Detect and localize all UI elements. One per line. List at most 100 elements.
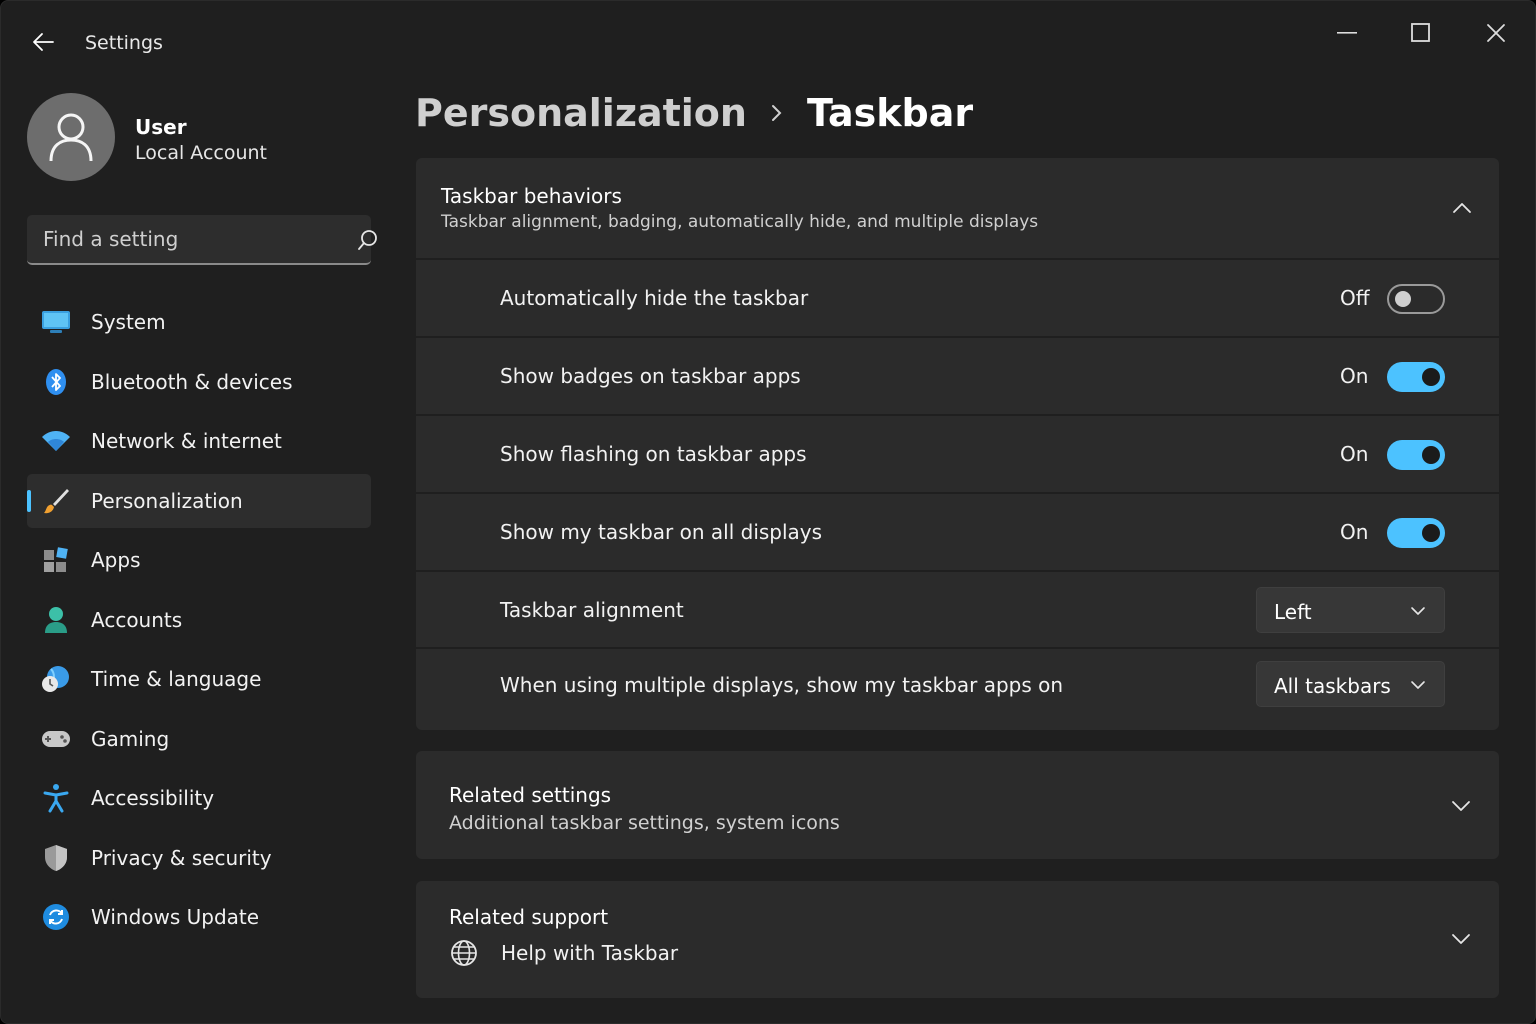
arrow-left-icon xyxy=(33,33,54,51)
card-title[interactable]: Related support xyxy=(449,905,608,929)
toggle-state-text: Off xyxy=(1340,286,1370,310)
sidebar-item-gaming[interactable]: Gaming xyxy=(27,712,371,766)
toggle-knob xyxy=(1422,524,1440,542)
chevron-down-icon[interactable] xyxy=(1449,794,1473,818)
badges-toggle[interactable] xyxy=(1387,362,1445,392)
toggle-knob xyxy=(1422,446,1440,464)
account-type: Local Account xyxy=(135,142,267,164)
paintbrush-icon xyxy=(41,487,71,515)
sidebar-item-label: Personalization xyxy=(91,488,243,513)
sidebar-item-label: Windows Update xyxy=(91,905,260,929)
page-title: Taskbar xyxy=(806,91,974,135)
chevron-down-icon xyxy=(1411,681,1425,689)
accessibility-icon xyxy=(41,784,71,813)
toggle-knob xyxy=(1395,291,1411,307)
user-name: User xyxy=(135,115,187,139)
maximize-button[interactable] xyxy=(1391,11,1451,55)
settings-window: Settings User Local Account Find a setti… xyxy=(0,0,1536,1024)
card-subtitle: Taskbar alignment, badging, automaticall… xyxy=(441,212,1039,232)
sidebar-item-windows-update[interactable]: Windows Update xyxy=(27,890,371,944)
setting-label: Show flashing on taskbar apps xyxy=(500,442,807,466)
search-icon[interactable] xyxy=(357,229,379,251)
sidebar-item-bluetooth[interactable]: Bluetooth & devices xyxy=(27,355,371,409)
sidebar-item-label: Accessibility xyxy=(91,786,215,810)
setting-row-auto-hide: Automatically hide the taskbar Off xyxy=(416,258,1499,336)
person-icon xyxy=(41,606,71,634)
sidebar-item-time-language[interactable]: Time & language xyxy=(27,652,371,706)
sidebar-item-label: Accounts xyxy=(91,607,183,632)
close-button[interactable] xyxy=(1466,11,1526,55)
help-link[interactable]: Help with Taskbar xyxy=(449,935,678,971)
alignment-dropdown[interactable]: Left xyxy=(1256,587,1445,633)
chevron-right-icon xyxy=(771,103,783,123)
sidebar-item-system[interactable]: System xyxy=(27,295,371,349)
sidebar-item-label: Gaming xyxy=(91,726,170,751)
sidebar-item-label: Apps xyxy=(91,548,141,572)
wifi-icon xyxy=(41,427,71,455)
taskbar-behaviors-header[interactable]: Taskbar behaviors Taskbar alignment, bad… xyxy=(416,158,1499,258)
monitor-icon xyxy=(41,308,71,336)
sidebar-item-label: Privacy & security xyxy=(91,845,272,870)
setting-label: Show badges on taskbar apps xyxy=(500,364,801,388)
taskbar-behaviors-card: Taskbar behaviors Taskbar alignment, bad… xyxy=(416,158,1499,730)
user-profile[interactable]: User Local Account xyxy=(27,93,387,183)
help-label: Help with Taskbar xyxy=(501,941,679,965)
maximize-icon xyxy=(1411,23,1430,42)
chevron-down-icon xyxy=(1411,607,1425,615)
globe-icon xyxy=(451,940,477,966)
sidebar-item-apps[interactable]: Apps xyxy=(27,533,371,587)
setting-label: Show my taskbar on all displays xyxy=(500,520,823,544)
apps-icon xyxy=(41,546,71,574)
sidebar-item-personalization[interactable]: Personalization xyxy=(27,473,371,528)
minimize-button[interactable] xyxy=(1317,11,1377,55)
app-title: Settings xyxy=(85,32,163,54)
dropdown-value: Left xyxy=(1274,600,1312,624)
chevron-up-icon[interactable] xyxy=(1450,196,1474,220)
back-button[interactable] xyxy=(23,25,63,59)
update-icon xyxy=(41,903,71,931)
related-settings-card[interactable]: Related settings Additional taskbar sett… xyxy=(416,751,1499,859)
setting-row-flashing: Show flashing on taskbar apps On xyxy=(416,414,1499,492)
toggle-state-text: On xyxy=(1340,364,1369,388)
setting-label: Automatically hide the taskbar xyxy=(500,286,809,310)
search-box xyxy=(27,215,377,265)
sidebar-item-network[interactable]: Network & internet xyxy=(27,414,371,468)
all-displays-toggle[interactable] xyxy=(1387,518,1445,548)
bluetooth-icon xyxy=(41,368,71,396)
sidebar-item-privacy-security[interactable]: Privacy & security xyxy=(27,831,371,885)
sidebar-item-accessibility[interactable]: Accessibility xyxy=(27,771,371,825)
setting-label: When using multiple displays, show my ta… xyxy=(500,673,1064,697)
chevron-down-icon[interactable] xyxy=(1449,927,1473,951)
flashing-toggle[interactable] xyxy=(1387,440,1445,470)
sidebar-nav: System Bluetooth & devices Network & int… xyxy=(27,295,371,950)
title-bar: Settings xyxy=(1,1,1535,81)
dropdown-value: All taskbars xyxy=(1274,674,1391,698)
close-icon xyxy=(1487,24,1505,42)
setting-row-badges: Show badges on taskbar apps On xyxy=(416,336,1499,414)
toggle-knob xyxy=(1422,368,1440,386)
multi-display-dropdown[interactable]: All taskbars xyxy=(1256,661,1445,707)
setting-row-all-displays: Show my taskbar on all displays On xyxy=(416,492,1499,570)
toggle-state-text: On xyxy=(1340,442,1369,466)
person-placeholder-icon xyxy=(49,113,93,162)
auto-hide-toggle[interactable] xyxy=(1387,284,1445,314)
setting-row-alignment: Taskbar alignment Left xyxy=(416,570,1499,647)
sidebar-item-label: Network & internet xyxy=(91,429,282,453)
toggle-state-text: On xyxy=(1340,520,1369,544)
globe-clock-icon xyxy=(41,665,71,693)
setting-label: Taskbar alignment xyxy=(500,598,684,622)
sidebar-item-label: Time & language xyxy=(91,667,262,691)
shield-icon xyxy=(41,844,71,872)
sidebar-item-accounts[interactable]: Accounts xyxy=(27,593,371,647)
sidebar-item-label: Bluetooth & devices xyxy=(91,369,293,394)
sidebar-item-label: System xyxy=(91,310,166,334)
breadcrumb-parent[interactable]: Personalization xyxy=(415,91,747,135)
related-support-card: Related support Help with Taskbar xyxy=(416,881,1499,998)
breadcrumb: Personalization Taskbar xyxy=(415,83,973,143)
card-title: Taskbar behaviors xyxy=(441,184,622,208)
card-subtitle: Additional taskbar settings, system icon… xyxy=(449,812,840,834)
avatar xyxy=(27,93,115,181)
setting-row-multi-display: When using multiple displays, show my ta… xyxy=(416,647,1499,722)
search-input[interactable] xyxy=(27,215,327,263)
card-title: Related settings xyxy=(449,783,612,807)
